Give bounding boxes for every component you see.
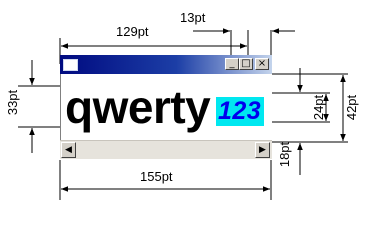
label-scrollbar-height: 18pt xyxy=(277,141,293,168)
main-text: qwerty xyxy=(65,81,211,133)
close-icon: × xyxy=(257,58,267,69)
arrow-left-icon: ◀ xyxy=(65,145,72,155)
label-text-height: 33pt xyxy=(5,89,21,116)
horizontal-scrollbar[interactable]: ◀ ▶ xyxy=(60,140,272,159)
title-bar[interactable]: _ □ × xyxy=(60,55,272,74)
client-area: qwerty 123 xyxy=(60,74,272,140)
arrow-right-icon: ▶ xyxy=(259,145,266,155)
sample-window: _ □ × qwerty 123 ◀ ▶ xyxy=(60,55,272,159)
label-highlight-height: 24pt xyxy=(311,94,327,121)
close-button[interactable]: × xyxy=(255,58,269,70)
label-client-width: 129pt xyxy=(116,24,149,39)
maximize-button[interactable]: □ xyxy=(239,58,253,70)
window-icon[interactable] xyxy=(63,59,78,71)
label-window-width: 155pt xyxy=(140,169,173,184)
label-window-height: 42pt xyxy=(344,94,360,121)
scroll-right-button[interactable]: ▶ xyxy=(255,142,270,158)
highlight-text: 123 xyxy=(218,97,262,125)
maximize-icon: □ xyxy=(241,58,251,69)
minimize-button[interactable]: _ xyxy=(225,58,239,70)
label-highlight-width: 13pt xyxy=(180,10,206,25)
scroll-left-button[interactable]: ◀ xyxy=(61,142,76,158)
minimize-icon: _ xyxy=(229,58,235,69)
